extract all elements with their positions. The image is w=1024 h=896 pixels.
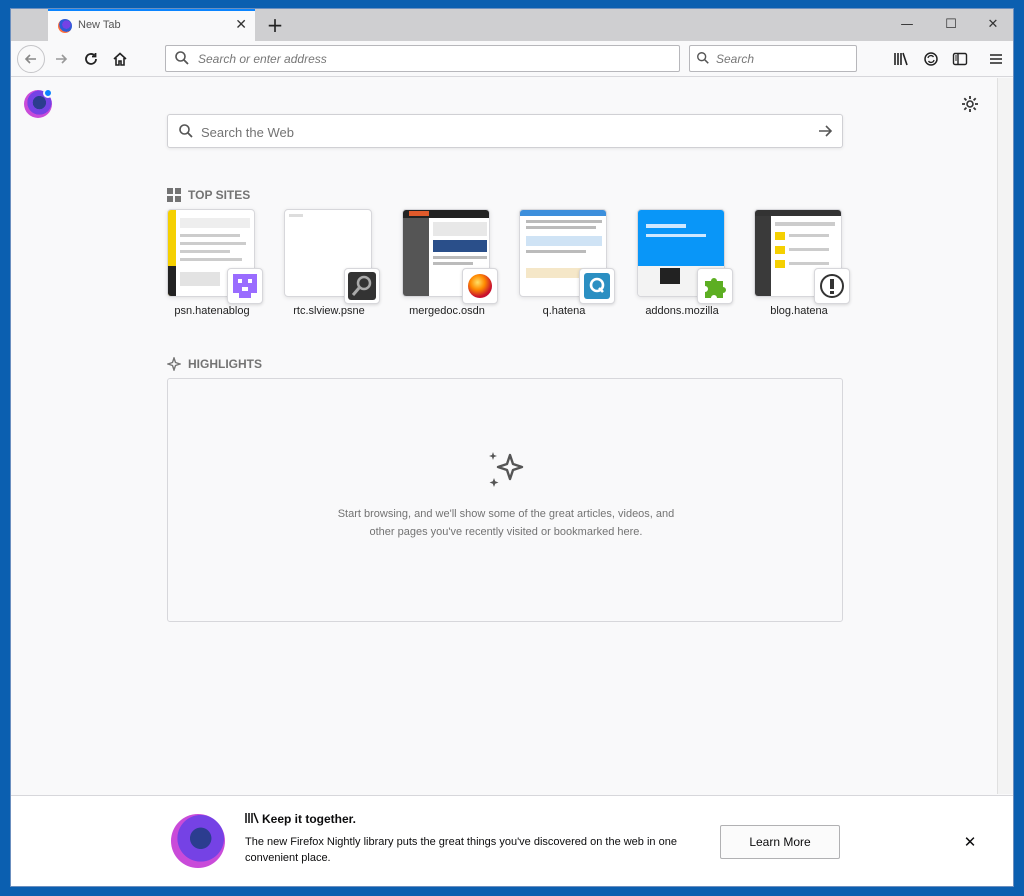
search-bar[interactable]: Search	[689, 45, 857, 72]
top-site-tile[interactable]: addons.mozilla	[637, 209, 733, 324]
search-icon	[175, 51, 189, 65]
new-tab-button[interactable]: +	[261, 11, 289, 39]
sidebar-icon	[952, 52, 968, 66]
forward-button[interactable]	[47, 45, 75, 73]
snippet-title-text: Keep it together.	[262, 812, 357, 826]
top-sites-grid: psn.hatenablog rtc.slview.psne mergedoc.…	[167, 209, 850, 324]
top-site-tile[interactable]: blog.hatena	[754, 209, 850, 324]
arrow-right-icon	[56, 54, 68, 64]
address-bar-placeholder: Search or enter address	[198, 52, 327, 66]
site-label: psn.hatenablog	[174, 305, 250, 317]
snippet-body: The new Firefox Nightly library puts the…	[245, 836, 677, 864]
library-icon	[894, 52, 908, 66]
reload-button[interactable]	[77, 45, 105, 73]
scrollbar[interactable]	[997, 78, 1013, 794]
exclamation-badge-icon	[814, 268, 850, 304]
sparkle-icon	[167, 357, 181, 371]
hatena-pixel-icon	[227, 268, 263, 304]
top-sites-title: TOP SITES	[188, 188, 251, 202]
home-button[interactable]	[106, 45, 134, 73]
close-window-button[interactable]: ✕	[971, 9, 1013, 41]
reload-icon	[85, 53, 97, 65]
learn-more-button[interactable]: Learn More	[720, 825, 840, 859]
navigation-toolbar: Search or enter address Search	[11, 41, 1013, 77]
tab-close-icon[interactable]: ✕	[235, 16, 247, 34]
close-icon[interactable]: ✕	[961, 833, 979, 851]
arrow-right-icon[interactable]	[816, 122, 834, 140]
site-label: q.hatena	[542, 305, 586, 317]
puzzle-piece-icon	[697, 268, 733, 304]
sync-icon	[924, 52, 938, 66]
sidebar-button[interactable]	[946, 45, 974, 73]
sparkle-icon	[489, 452, 524, 487]
search-icon	[697, 52, 709, 64]
address-bar[interactable]: Search or enter address	[165, 45, 680, 72]
new-tab-page: Search the Web TOP SITES psn.hatenablog …	[11, 78, 1013, 794]
top-site-tile[interactable]: rtc.slview.psne	[284, 209, 380, 324]
firefox-nightly-logo-icon	[171, 814, 225, 868]
notification-dot	[43, 88, 53, 98]
search-icon	[179, 124, 193, 138]
magnifier-icon	[344, 268, 380, 304]
site-label: rtc.slview.psne	[293, 305, 365, 317]
firefox-nightly-favicon-icon	[58, 19, 72, 33]
top-site-tile[interactable]: mergedoc.osdn	[402, 209, 498, 324]
web-search-placeholder: Search the Web	[201, 125, 294, 140]
web-search-input[interactable]: Search the Web	[167, 114, 843, 148]
browser-window: New Tab ✕ + — ☐ ✕ Search or enter addres…	[10, 8, 1014, 887]
sync-button[interactable]	[917, 45, 945, 73]
search-bar-placeholder: Search	[716, 52, 755, 66]
top-site-tile[interactable]: q.hatena	[519, 209, 615, 324]
library-icon	[245, 812, 259, 824]
home-icon	[113, 52, 127, 66]
minimize-button[interactable]: —	[885, 9, 929, 41]
highlights-title: HIGHLIGHTS	[188, 357, 262, 371]
menu-button[interactable]	[982, 45, 1010, 73]
orange-sphere-icon	[462, 268, 498, 304]
q-letter-icon	[579, 268, 615, 304]
snippet-banner: Keep it together. The new Firefox Nightl…	[11, 795, 1013, 886]
site-label: addons.mozilla	[645, 305, 719, 317]
top-site-tile[interactable]: psn.hatenablog	[167, 209, 263, 324]
arrow-left-icon	[24, 54, 36, 64]
hamburger-menu-icon	[990, 54, 1002, 64]
tab-new-tab[interactable]: New Tab ✕	[48, 9, 255, 41]
maximize-button[interactable]: ☐	[929, 9, 973, 41]
tab-title: New Tab	[78, 19, 121, 31]
site-label: mergedoc.osdn	[409, 305, 485, 317]
highlights-empty-state: Start browsing, and we'll show some of t…	[167, 378, 843, 622]
gear-icon[interactable]	[960, 94, 980, 114]
back-button[interactable]	[17, 45, 45, 73]
grid-icon	[167, 188, 181, 202]
snippet-title: Keep it together.	[245, 812, 356, 826]
highlights-empty-message: Start browsing, and we'll show some of t…	[337, 508, 675, 538]
library-button[interactable]	[887, 45, 915, 73]
site-label: blog.hatena	[770, 305, 828, 317]
tab-strip: New Tab ✕ + — ☐ ✕	[11, 9, 1013, 41]
